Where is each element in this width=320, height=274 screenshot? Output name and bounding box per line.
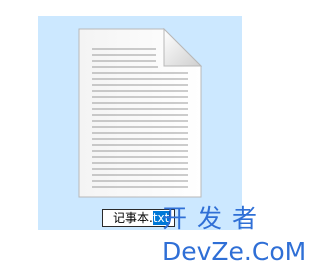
- text-document-icon: [78, 28, 202, 198]
- filename-base-text: 记事本.: [113, 211, 153, 225]
- selected-file-item[interactable]: 记事本.txt: [38, 16, 242, 230]
- site-watermark: 开发者 DevZe.CoM: [162, 204, 318, 270]
- watermark-chinese-text: 开发者: [162, 204, 268, 233]
- watermark-english-text: DevZe.CoM: [162, 237, 307, 266]
- desktop-area: 记事本.txt 开发者 DevZe.CoM: [0, 0, 320, 274]
